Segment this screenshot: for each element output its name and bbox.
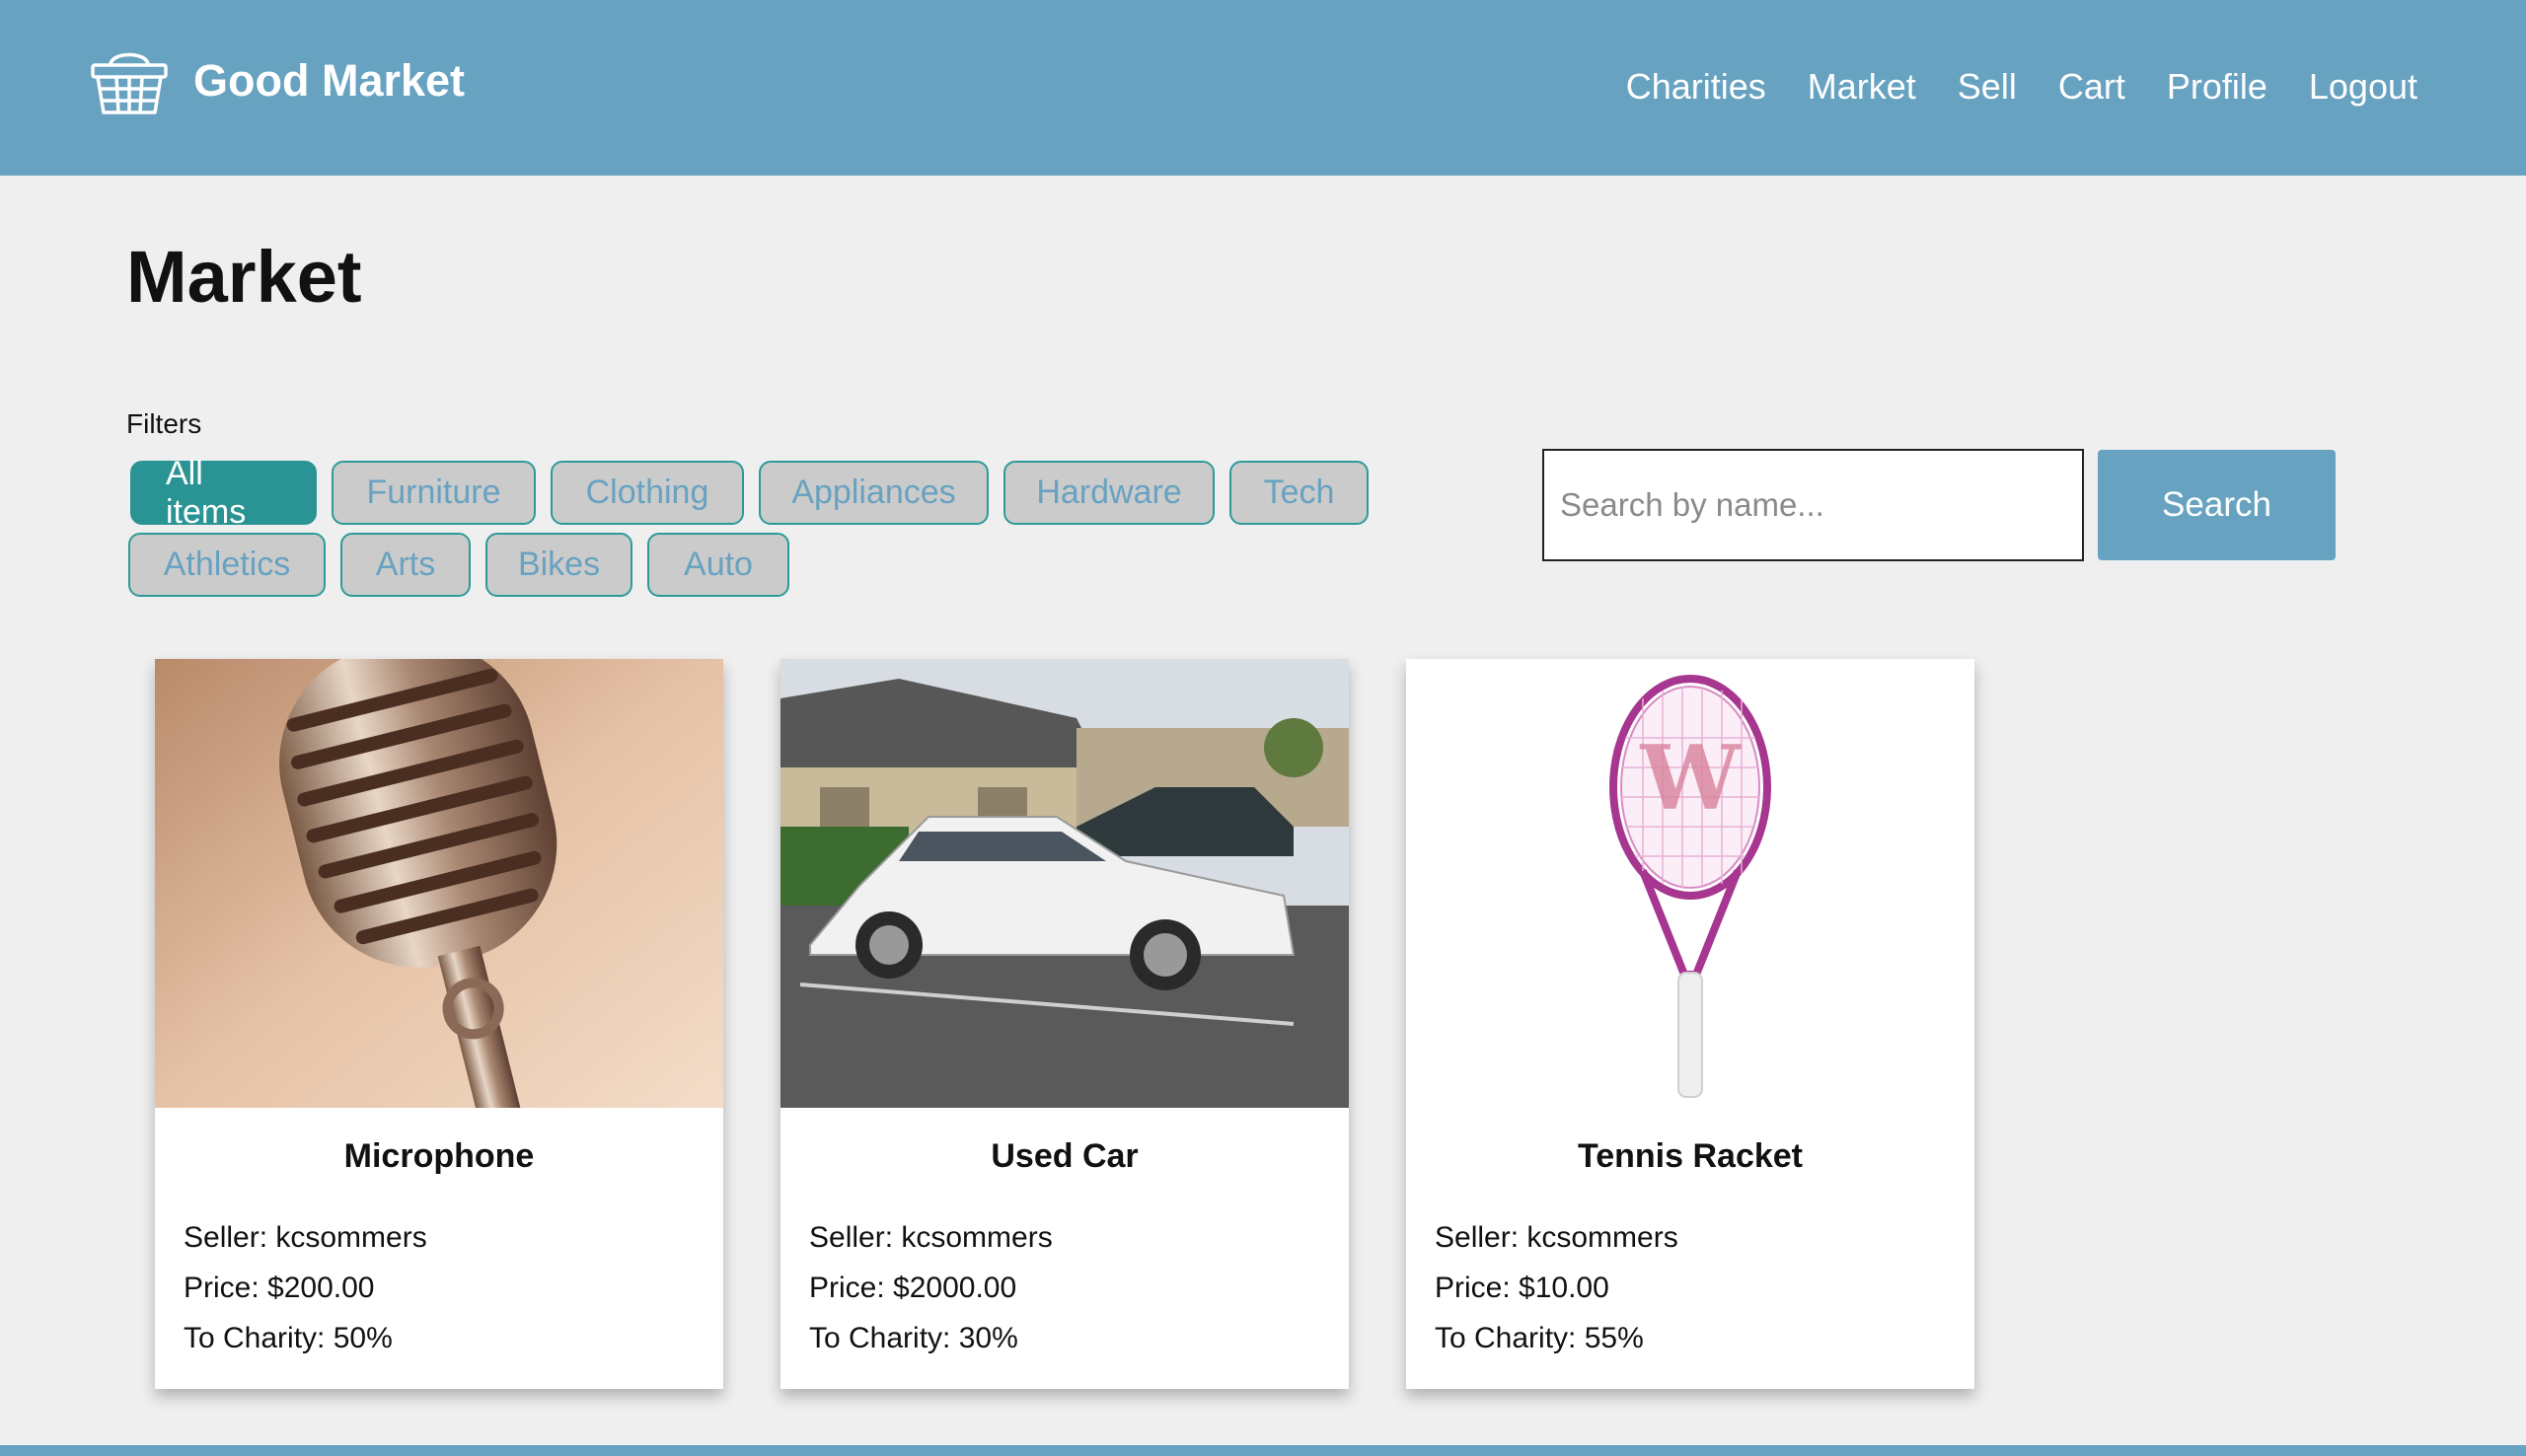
filter-chip-all-items[interactable]: All items [130,455,317,531]
brand[interactable]: Good Market [89,43,465,118]
item-seller: Seller: kcsommers [809,1221,1053,1254]
filter-chip-arts[interactable]: Arts [340,533,471,597]
brand-name: Good Market [193,55,466,106]
filter-chip-clothing[interactable]: Clothing [551,461,744,525]
item-charity: To Charity: 50% [184,1322,393,1354]
filter-chip-bikes[interactable]: Bikes [485,533,632,597]
nav-link-charities[interactable]: Charities [1626,59,1766,114]
filter-chip-hardware[interactable]: Hardware [1003,461,1215,525]
item-seller: Seller: kcsommers [1435,1221,1678,1254]
item-price: Price: $2000.00 [809,1272,1017,1304]
footer-bar [0,1445,2526,1456]
filter-chips: All items Furniture Clothing Appliances … [128,455,1383,605]
item-card[interactable]: W Tennis Racket Seller: kcsommers Price:… [1406,659,1974,1389]
filters-label: Filters [126,408,202,439]
item-seller: Seller: kcsommers [184,1221,427,1254]
nav-link-cart[interactable]: Cart [2058,59,2125,114]
item-grid: Microphone Seller: kcsommers Price: $200… [155,659,2032,1389]
filter-chip-furniture[interactable]: Furniture [332,461,536,525]
search-input[interactable] [1542,449,2084,561]
top-navbar: Good Market Charities Market Sell Cart P… [0,0,2526,176]
nav-links: Charities Market Sell Cart Profile Logou… [1585,59,2417,114]
filter-chip-appliances[interactable]: Appliances [759,461,989,525]
page-title: Market [126,236,362,318]
tennis-racket-image[interactable]: W [1406,659,1974,1108]
filter-chip-auto[interactable]: Auto [647,533,789,597]
basket-icon [91,52,168,114]
item-price: Price: $10.00 [1435,1272,1609,1304]
item-title: Used Car [991,1137,1139,1175]
item-card[interactable]: Microphone Seller: kcsommers Price: $200… [155,659,723,1389]
filter-chip-tech[interactable]: Tech [1229,461,1369,525]
item-title: Microphone [343,1137,535,1175]
svg-text:W: W [1639,726,1742,831]
search-button[interactable]: Search [2098,450,2336,560]
nav-link-sell[interactable]: Sell [1958,59,2017,114]
filter-chip-athletics[interactable]: Athletics [128,533,326,597]
item-title: Tennis Racket [1577,1137,1803,1175]
nav-link-market[interactable]: Market [1808,59,1916,114]
nav-link-profile[interactable]: Profile [2167,59,2267,114]
item-charity: To Charity: 55% [1435,1322,1644,1354]
item-charity: To Charity: 30% [809,1322,1018,1354]
item-card[interactable]: Used Car Seller: kcsommers Price: $2000.… [780,659,1349,1389]
item-price: Price: $200.00 [184,1272,375,1304]
nav-link-logout[interactable]: Logout [2309,59,2417,114]
microphone-image[interactable] [155,659,723,1108]
car-image[interactable] [780,659,1349,1108]
